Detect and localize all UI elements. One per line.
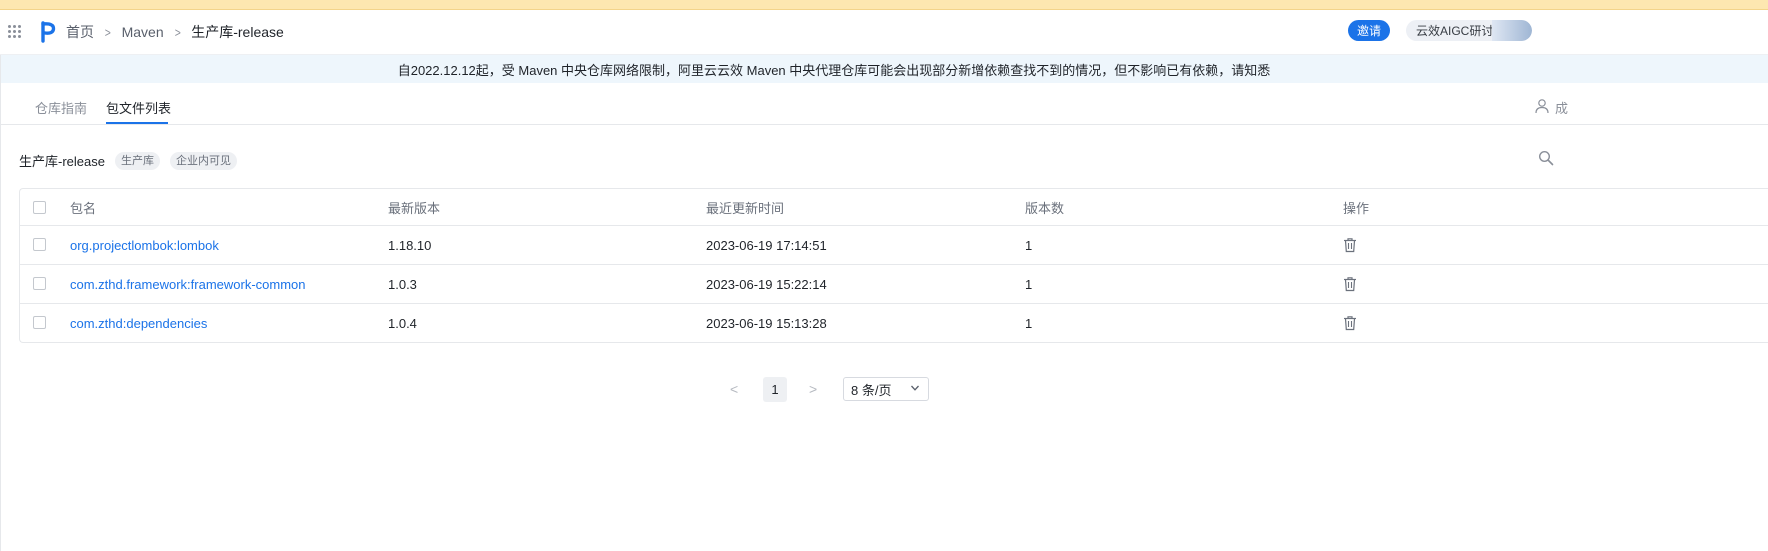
warning-strip: [0, 0, 1768, 10]
table-row: com.zthd:dependencies 1.0.4 2023-06-19 1…: [20, 304, 1768, 342]
package-link[interactable]: org.projectlombok:lombok: [70, 226, 219, 264]
latest-version: 1.0.3: [388, 276, 417, 292]
col-version-header: 最新版本: [388, 200, 441, 216]
col-name-header: 包名: [70, 200, 97, 216]
search-icon[interactable]: [1538, 150, 1554, 166]
chevron-right-icon: >: [174, 24, 181, 40]
select-all-checkbox[interactable]: [33, 201, 46, 214]
col-count-header: 版本数: [1025, 200, 1065, 216]
repo-visibility-tag: 企业内可见: [169, 151, 237, 170]
member-label[interactable]: 成: [1555, 98, 1568, 117]
updated-time: 2023-06-19 15:13:28: [706, 315, 827, 331]
trash-icon[interactable]: [1343, 315, 1357, 331]
logo-icon[interactable]: [40, 21, 58, 43]
org-switcher[interactable]: 云效AIGC研讨会: [1406, 20, 1532, 41]
col-updated-header: 最近更新时间: [706, 200, 785, 216]
next-page-icon[interactable]: >: [809, 381, 817, 397]
repo-info: 生产库-release 生产库 企业内可见: [19, 151, 247, 170]
repo-name: 生产库-release: [19, 154, 105, 169]
page-number-current[interactable]: 1: [763, 377, 787, 402]
breadcrumb: 首页 > Maven > 生产库-release: [66, 22, 284, 42]
invite-button[interactable]: 邀请: [1348, 20, 1390, 41]
updated-time: 2023-06-19 17:14:51: [706, 237, 827, 253]
tab-bar: 仓库指南 包文件列表 成: [0, 84, 1768, 125]
package-table: 包名 最新版本 最近更新时间 版本数 操作 org.projectlombok:…: [19, 188, 1768, 343]
version-count: 1: [1025, 315, 1033, 331]
breadcrumb-maven[interactable]: Maven: [122, 24, 164, 40]
package-link[interactable]: com.zthd:dependencies: [70, 304, 207, 342]
breadcrumb-current: 生产库-release: [191, 24, 284, 40]
pagination: < 1 > 8 条/页: [0, 377, 1768, 403]
tab-guide[interactable]: 仓库指南: [35, 98, 87, 117]
latest-version: 1.0.4: [388, 315, 417, 331]
trash-icon[interactable]: [1343, 276, 1357, 292]
delete-action[interactable]: [1343, 304, 1357, 342]
breadcrumb-home[interactable]: 首页: [66, 22, 94, 42]
notice-text: 自2022.12.12起，受 Maven 中央仓库网络限制，阿里云云效 Mave…: [397, 62, 1271, 78]
active-tab-indicator: [106, 122, 168, 124]
notice-banner: 自2022.12.12起，受 Maven 中央仓库网络限制，阿里云云效 Mave…: [0, 55, 1768, 83]
table-row: org.projectlombok:lombok 1.18.10 2023-06…: [20, 226, 1768, 265]
chevron-down-icon: [911, 385, 919, 391]
row-checkbox[interactable]: [33, 277, 46, 290]
row-checkbox[interactable]: [33, 316, 46, 329]
version-count: 1: [1025, 237, 1033, 253]
page-size-select[interactable]: 8 条/页: [843, 377, 929, 401]
version-count: 1: [1025, 276, 1033, 292]
apps-grid-icon[interactable]: [8, 25, 22, 39]
table-row: com.zthd.framework:framework-common 1.0.…: [20, 265, 1768, 304]
org-avatar: [1492, 20, 1532, 41]
table-header: 包名 最新版本 最近更新时间 版本数 操作: [20, 189, 1768, 226]
col-actions-header: 操作: [1343, 200, 1370, 216]
row-checkbox[interactable]: [33, 238, 46, 251]
chevron-right-icon: >: [104, 24, 111, 40]
latest-version: 1.18.10: [388, 237, 432, 253]
delete-action[interactable]: [1343, 265, 1357, 303]
user-icon[interactable]: [1534, 98, 1550, 114]
prev-page-icon[interactable]: <: [730, 381, 738, 397]
delete-action[interactable]: [1343, 226, 1357, 264]
page-size-value: 8 条/页: [851, 382, 892, 398]
left-divider: [0, 55, 1, 551]
repo-type-tag: 生产库: [114, 151, 160, 170]
top-header: 首页 > Maven > 生产库-release 邀请 云效AIGC研讨会: [0, 10, 1768, 55]
updated-time: 2023-06-19 15:22:14: [706, 276, 827, 292]
tab-package-list[interactable]: 包文件列表: [106, 98, 171, 117]
trash-icon[interactable]: [1343, 237, 1357, 253]
package-link[interactable]: com.zthd.framework:framework-common: [70, 265, 306, 303]
